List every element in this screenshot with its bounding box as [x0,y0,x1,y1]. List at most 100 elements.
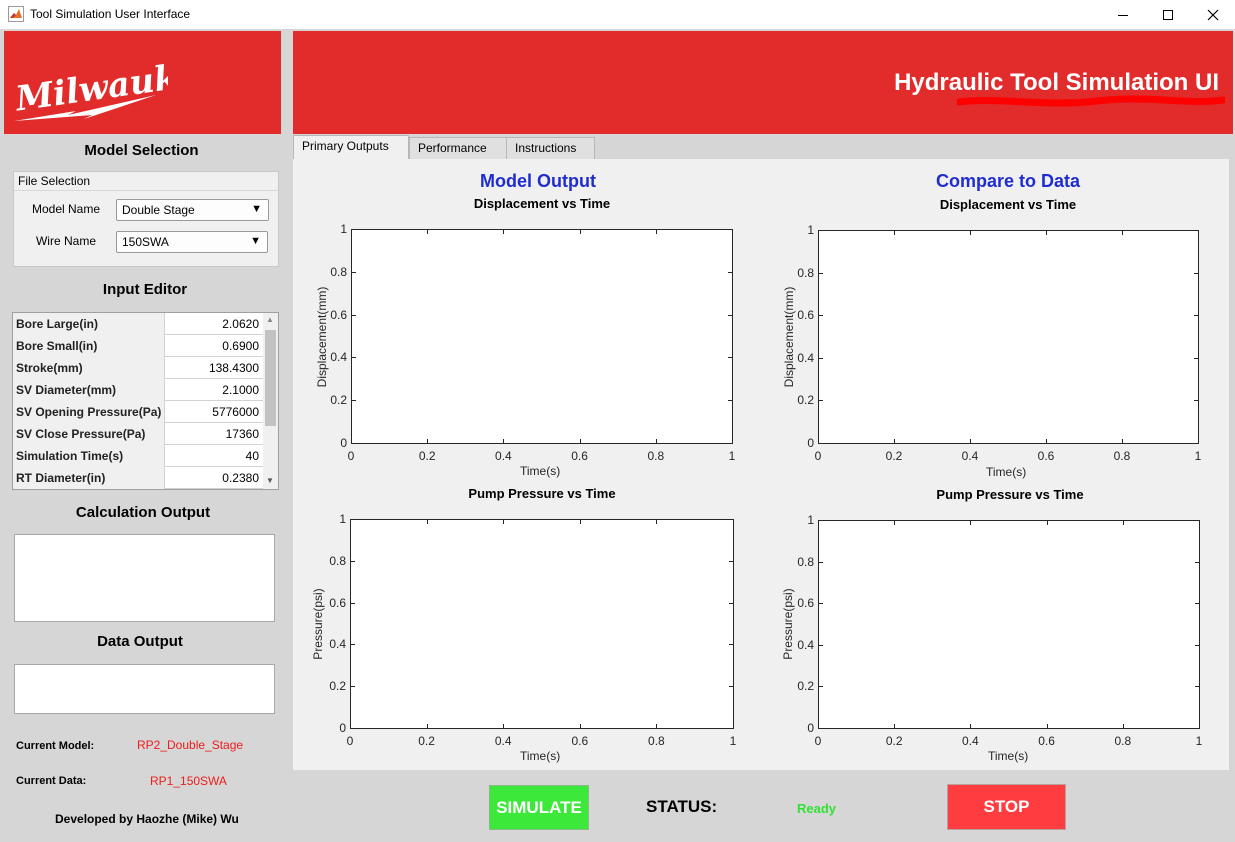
x-tick [1046,724,1048,728]
y-axis-label: Pressure(psi) [311,588,325,660]
y-tick [819,728,823,729]
scroll-down-icon[interactable]: ▼ [266,476,274,485]
y-tick [819,603,823,605]
param-value[interactable]: 138.4300 [166,357,263,379]
y-tick-label: 0.6 [329,595,346,610]
status-value: Ready [797,801,837,816]
x-tick-label: 0.8 [1114,734,1132,748]
table-scrollbar[interactable]: ▲ ▼ [263,313,278,489]
x-tick [655,230,657,234]
y-tick [729,644,733,646]
x-tick-label: 1 [728,449,736,463]
y-tick [819,644,823,646]
table-row[interactable]: Stroke(mm) 138.4300 [13,357,263,379]
x-tick [579,520,581,524]
tab-instructions[interactable]: Instructions [506,137,595,159]
y-tick-label: 0 [807,721,814,735]
x-tick [970,231,971,235]
y-tick-label: 1 [807,513,814,527]
y-tick [819,357,823,359]
y-tick [1194,272,1198,274]
x-tick [1122,521,1124,525]
y-tick [1195,644,1199,646]
x-tick-label: 0.2 [418,449,436,463]
y-tick-label: 0.6 [330,307,347,322]
param-value[interactable]: 0.2380 [166,467,263,489]
y-tick [819,443,823,444]
wire-name-value: 150SWA [122,235,169,249]
param-value[interactable]: 40 [166,445,263,467]
logo-banner: Milwaukee [4,31,281,134]
table-row[interactable]: Bore Small(in) 0.6900 [13,335,263,357]
y-tick [351,560,355,562]
y-tick [1195,520,1199,521]
y-tick-label: 0.6 [797,308,814,323]
y-axis-label: Displacement(mm) [315,286,329,388]
scroll-up-icon[interactable]: ▲ [266,315,274,324]
plot-title: Pump Pressure vs Time [936,487,1084,502]
current-data-value: RP1_150SWA [150,774,227,788]
param-value[interactable]: 5776000 [166,401,263,423]
x-tick-label: 0.2 [885,734,903,748]
calculation-output-box[interactable] [14,534,275,622]
param-value[interactable]: 2.0620 [166,313,263,335]
y-tick [352,314,356,316]
x-tick-label: 0.6 [571,449,588,463]
maximize-icon [1162,9,1173,20]
y-tick [729,560,733,562]
tab-performance[interactable]: Performance [409,137,507,159]
x-tick-label: 0.8 [647,449,665,463]
param-value[interactable]: 0.6900 [166,335,263,357]
x-tick [351,230,352,234]
data-output-box[interactable] [14,664,275,714]
x-tick [655,439,657,443]
close-button[interactable] [1190,0,1235,29]
plot-title: Pump Pressure vs Time [468,486,616,501]
x-tick [970,724,972,728]
param-name: SV Close Pressure(Pa) [13,423,165,445]
x-tick [894,724,896,728]
tab-primary-outputs[interactable]: Primary Outputs [293,135,409,160]
table-row[interactable]: SV Opening Pressure(Pa) 5776000 [13,401,263,423]
y-tick [729,728,733,729]
pressure-axes-data[interactable] [818,520,1200,729]
wire-name-dropdown[interactable]: 150SWA ▼ [116,231,268,253]
pressure-axes-model[interactable] [350,519,734,729]
x-tick-label: 0.6 [571,734,589,748]
x-tick-label: 0.4 [495,449,512,463]
y-tick [1195,561,1199,563]
scroll-thumb[interactable] [265,330,276,426]
param-value[interactable]: 2.1000 [166,379,263,401]
y-tick [351,728,355,729]
y-tick-label: 0 [340,436,347,450]
close-icon [1207,9,1218,20]
y-tick [352,229,356,230]
param-value[interactable]: 17360 [166,423,263,445]
x-tick-label: 0.4 [961,449,979,463]
minimize-button[interactable] [1100,0,1145,29]
model-name-dropdown[interactable]: Double Stage ▼ [116,199,269,221]
table-row[interactable]: SV Close Pressure(Pa) 17360 [13,423,263,445]
y-tick-label: 1 [340,222,347,236]
y-tick [819,230,823,231]
x-axis-label: Time(s) [520,464,561,478]
y-tick [728,443,732,444]
x-tick [970,439,971,443]
maximize-button[interactable] [1145,0,1190,29]
tab-bar: Primary Outputs Performance Instructions [293,135,1233,160]
y-tick-label: 0.2 [330,393,347,408]
table-row[interactable]: RT Diameter(in) 0.2380 [13,467,263,489]
x-tick [503,230,505,234]
y-tick-label: 0.4 [797,637,814,652]
displacement-axes-model[interactable] [351,229,733,444]
simulate-button[interactable]: SIMULATE [489,785,589,830]
y-tick [728,271,732,273]
stop-button[interactable]: STOP [947,784,1066,830]
input-editor-table[interactable]: Bore Large(in) 2.0620 Bore Small(in) 0.690… [12,312,279,490]
table-row[interactable]: Bore Large(in) 2.0620 [13,313,263,335]
table-row[interactable]: Simulation Time(s) 40 [13,445,263,467]
table-row[interactable]: SV Diameter(mm) 2.1000 [13,379,263,401]
current-data-label: Current Data: [16,775,87,787]
displacement-axes-data[interactable] [818,230,1199,444]
y-tick-label: 1 [339,512,346,526]
